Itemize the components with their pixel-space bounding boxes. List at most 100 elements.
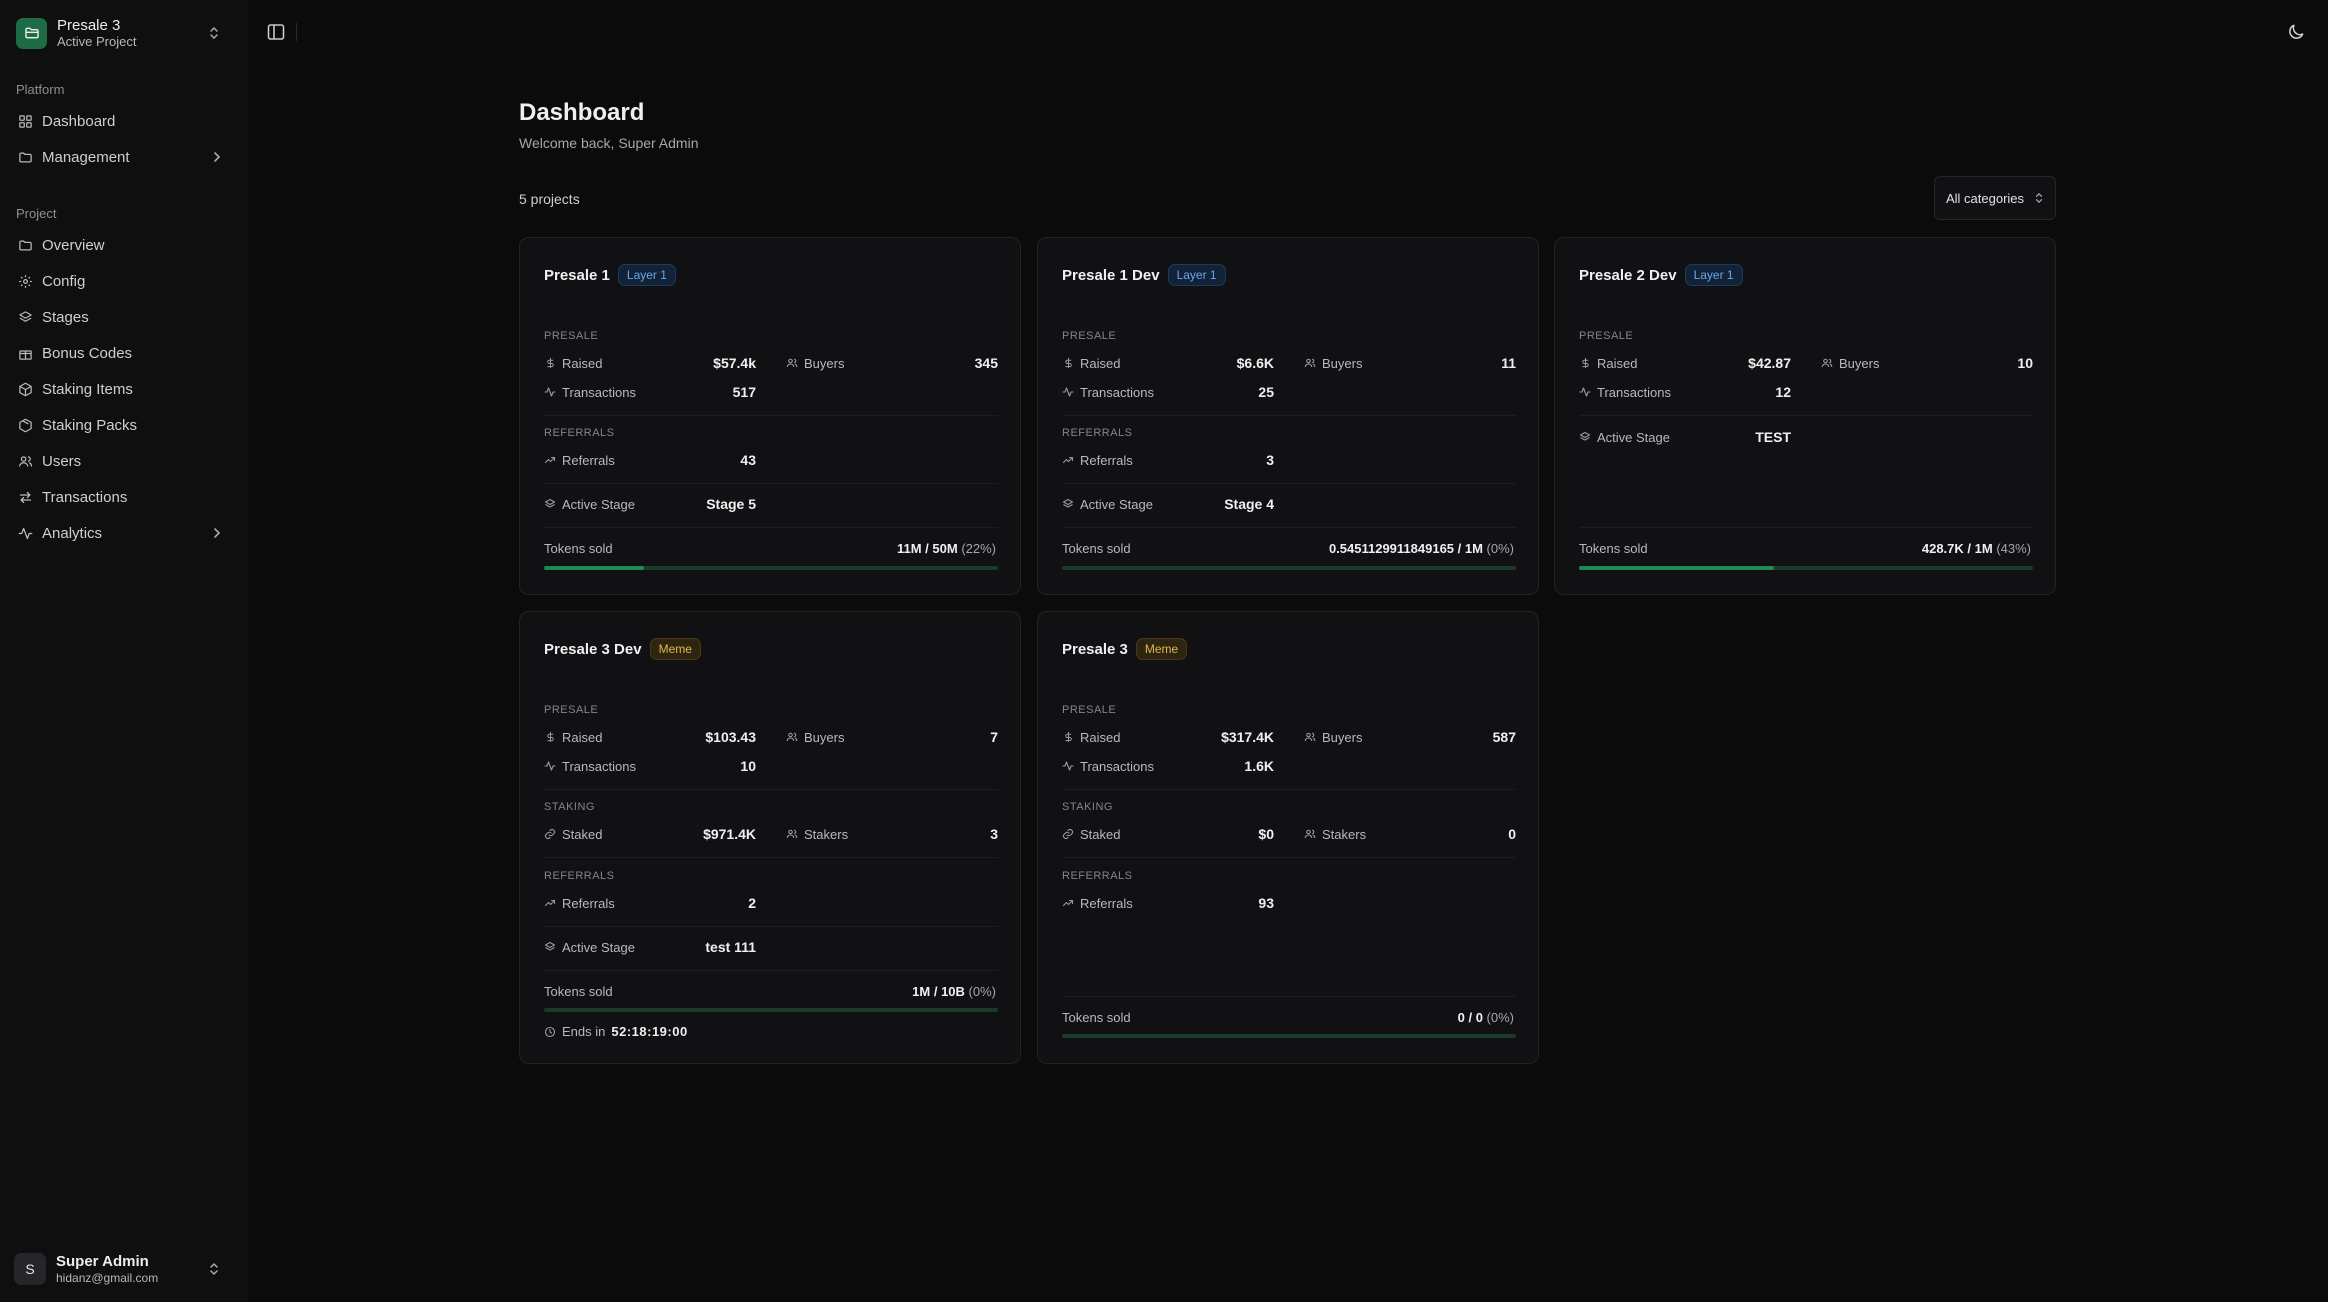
project-switcher[interactable]: Presale 3 Active Project: [14, 14, 230, 52]
divider: [1062, 857, 1516, 858]
stat-value: $42.87: [1748, 355, 1791, 371]
project-subtitle: Active Project: [57, 33, 137, 49]
activity-icon: [544, 386, 556, 398]
user-menu[interactable]: S Super Admin hidanz@gmail.com: [14, 1250, 230, 1288]
users-icon: [1304, 731, 1316, 743]
moon-icon[interactable]: [2286, 22, 2306, 42]
platform-group-label: Platform: [16, 82, 65, 97]
staked-stat: Staked $0: [1062, 825, 1274, 843]
buyers-stat: Buyers 345: [786, 354, 998, 372]
stat-value: $0: [1258, 826, 1274, 842]
sidebar-item-analytics[interactable]: Analytics: [12, 518, 236, 548]
stat-label: Transactions: [562, 384, 636, 400]
users-icon: [1304, 828, 1316, 840]
divider: [544, 857, 998, 858]
stat-label: Stakers: [1322, 826, 1367, 842]
card-title: Presale 3: [1062, 640, 1128, 658]
sidebar-item-overview[interactable]: Overview: [12, 230, 236, 260]
stat-label: Raised: [1597, 355, 1638, 371]
sidebar-item-transactions[interactable]: Transactions: [12, 482, 236, 512]
stat-value: $57.4k: [713, 355, 756, 371]
tokens-sold-label: Tokens sold: [1062, 1010, 1131, 1025]
sidebar-item-config[interactable]: Config: [12, 266, 236, 296]
users-icon: [1821, 357, 1833, 369]
card-title: Presale 2 Dev: [1579, 266, 1677, 284]
category-badge: Meme: [1135, 638, 1188, 660]
sidebar-item-management[interactable]: Management: [12, 142, 236, 172]
stat-value: $971.4K: [703, 826, 756, 842]
category-select[interactable]: All categories: [1934, 176, 2056, 220]
stat-label: Buyers: [804, 729, 845, 745]
project-card[interactable]: Presale 1 Layer 1 PRESALE Raised $57.4k Bu…: [519, 237, 1021, 595]
active-stage-stat: Active Stage Stage 5: [544, 495, 756, 513]
chevrons-up-down-icon: [2035, 193, 2043, 203]
transactions-stat: Transactions 1.6K: [1062, 757, 1274, 775]
stat-value: 7: [990, 729, 998, 745]
tokens-sold-value: 428.7K / 1M (43%): [1922, 541, 2031, 556]
sidebar-item-users[interactable]: Users: [12, 446, 236, 476]
stat-value: Stage 5: [706, 496, 756, 512]
users-icon: [1304, 357, 1316, 369]
stat-value: test 111: [705, 939, 756, 955]
stat-value: 93: [1258, 895, 1274, 911]
category-badge: Meme: [649, 638, 701, 660]
stat-label: Raised: [1080, 729, 1121, 745]
chevrons-up-down-icon: [210, 27, 218, 39]
trending-up-icon: [544, 897, 556, 909]
stat-label: Buyers: [1839, 355, 1880, 371]
user-email: hidanz@gmail.com: [56, 1270, 159, 1285]
trending-up-icon: [1062, 897, 1074, 909]
activity-icon: [1062, 760, 1074, 772]
activity-icon: [1579, 386, 1591, 398]
project-card[interactable]: Presale 1 Dev Layer 1 PRESALE Raised $6.6K…: [1037, 237, 1539, 595]
tokens-sold-label: Tokens sold: [1579, 541, 1648, 556]
activity-icon: [1062, 386, 1074, 398]
project-card[interactable]: Presale 3 Dev Meme PRESALE Raised $103.43 …: [519, 611, 1021, 1064]
raised-stat: Raised $317.4K: [1062, 728, 1274, 746]
project-card[interactable]: Presale 3 Meme PRESALE Raised $317.4K Buye…: [1037, 611, 1539, 1064]
sidebar-item-dashboard[interactable]: Dashboard: [12, 106, 236, 136]
stat-value: $103.43: [705, 729, 756, 745]
stat-label: Staked: [1080, 826, 1121, 842]
project-count: 5 projects: [519, 191, 580, 207]
activity-icon: [544, 760, 556, 772]
stat-value: $6.6K: [1236, 355, 1274, 371]
countdown: Ends in 52:18:19:00: [544, 1024, 688, 1039]
divider: [1062, 527, 1516, 528]
layers-icon: [1579, 431, 1591, 443]
divider: [544, 483, 998, 484]
buyers-stat: Buyers 10: [1821, 354, 2033, 372]
card-title: Presale 1 Dev: [1062, 266, 1160, 284]
gift-icon: [17, 345, 33, 361]
trending-up-icon: [1062, 454, 1074, 466]
sidebar-toggle-icon[interactable]: [266, 22, 286, 42]
tokens-sold-value: 0.5451129911849165 / 1M (0%): [1329, 541, 1514, 556]
tokens-percent: (22%): [961, 541, 996, 556]
folder-icon: [17, 237, 33, 253]
card-title: Presale 1: [544, 266, 610, 284]
project-group-label: Project: [16, 206, 57, 221]
stat-value: 25: [1258, 384, 1274, 400]
referrals-section-label: REFERRALS: [544, 870, 615, 882]
dashboard-icon: [17, 113, 33, 129]
sidebar: Presale 3 Active Project Platform Dashbo…: [0, 0, 248, 1302]
dollar-icon: [1062, 731, 1074, 743]
layers-icon: [1062, 498, 1074, 510]
stat-label: Active Stage: [562, 496, 635, 512]
project-card[interactable]: Presale 2 Dev Layer 1 PRESALE Raised $42.8…: [1554, 237, 2056, 595]
divider: [1062, 415, 1516, 416]
sidebar-item-stages[interactable]: Stages: [12, 302, 236, 332]
stat-value: 10: [740, 758, 756, 774]
tokens-amount: 1M / 10B: [912, 984, 965, 999]
stat-label: Staked: [562, 826, 603, 842]
sidebar-item-label: Stages: [42, 308, 89, 326]
divider: [1579, 415, 2033, 416]
sidebar-item-staking-items[interactable]: Staking Items: [12, 374, 236, 404]
transactions-stat: Transactions 12: [1579, 383, 1791, 401]
sidebar-item-bonus-codes[interactable]: Bonus Codes: [12, 338, 236, 368]
stat-value: 43: [740, 452, 756, 468]
sidebar-item-staking-packs[interactable]: Staking Packs: [12, 410, 236, 440]
presale-section-label: PRESALE: [1062, 330, 1117, 342]
referrals-stat: Referrals 2: [544, 894, 756, 912]
sidebar-item-label: Overview: [42, 236, 105, 254]
